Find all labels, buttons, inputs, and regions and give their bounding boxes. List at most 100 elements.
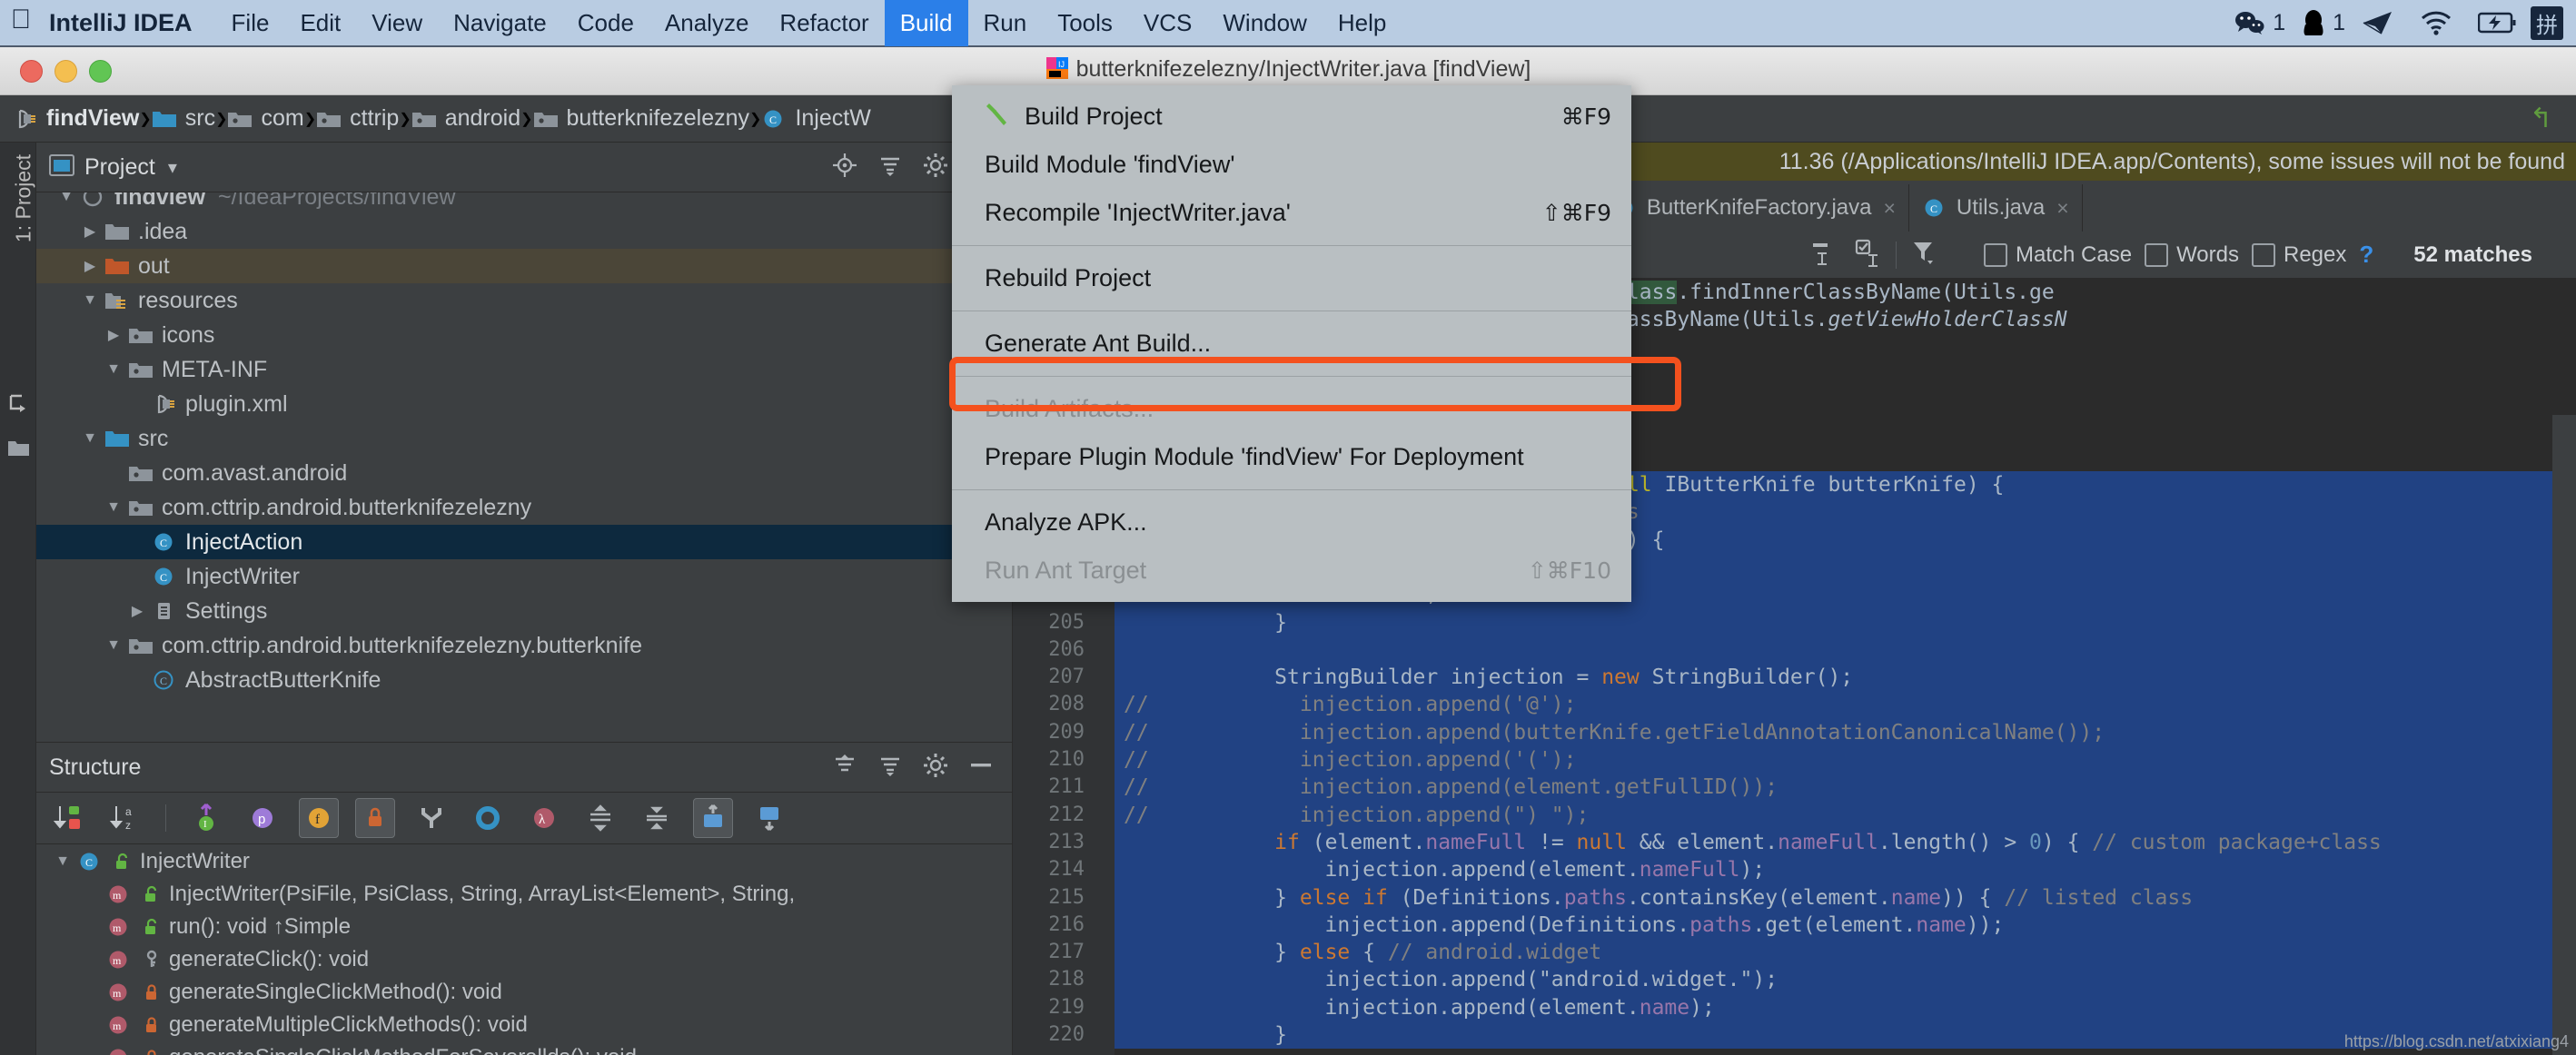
editor-tab-utils-java[interactable]: C Utils.java × [1909,184,2083,232]
structure-item-generatesingleclickmethod[interactable]: m generateSingleClickMethod(): void [36,976,1012,1009]
telegram-send-icon[interactable] [2362,9,2394,36]
menubar-item-vcs[interactable]: VCS [1128,0,1207,46]
chevron-right-icon[interactable]: ▶ [78,222,102,241]
autoscroll-from-source-icon[interactable] [749,798,789,838]
project-tree-item-com-cttrip-android-butterknifezelezny-butterknife[interactable]: ▼ com.cttrip.android.butterknifezelezny.b… [36,628,1012,663]
code-line[interactable]: // injection.append(butterKnife.getField… [1115,718,2576,747]
menu-item-build-project[interactable]: Build Project ⌘F9 [952,93,1631,141]
breadcrumb-item-src[interactable]: src [152,105,215,132]
chevron-down-icon[interactable]: ▼ [102,361,125,378]
settings-gear-icon[interactable] [923,753,948,783]
project-tree-item-icons[interactable]: ▶ icons [36,318,1012,352]
menu-item-generate-ant-build[interactable]: Generate Ant Build... [952,320,1631,368]
editor-tab-butterknifefactory-java[interactable]: CButterKnifeFactory.java× [1600,184,1909,232]
expand-all-icon[interactable] [832,753,857,783]
battery-charging-icon[interactable] [2478,11,2518,35]
close-icon[interactable]: × [1883,196,1895,221]
structure-item-generatesingleclickmethodforseverallds[interactable]: m generateSingleClickMethodForSeverallds(… [36,1041,1012,1055]
menu-item-analyze-apk[interactable]: Analyze APK... [952,498,1631,547]
project-tree-item-com-avast-android[interactable]: com.avast.android [36,456,1012,490]
project-tree-item-meta-inf[interactable]: ▼ META-INF [36,352,1012,387]
project-tree-item-out[interactable]: ▶ out [36,249,1012,283]
code-line[interactable]: injection.append(element.nameFull); [1115,856,2576,884]
project-tree-item-src[interactable]: ▼ src [36,421,1012,456]
code-line[interactable] [1115,636,2576,665]
menubar-item-file[interactable]: File [216,0,285,46]
project-folder-strip-icon[interactable] [7,438,31,462]
collapse-all-icon[interactable] [877,753,903,783]
structure-item-generatemultipleclickmethods[interactable]: m generateMultipleClickMethods(): void [36,1009,1012,1041]
project-tree-item-resources[interactable]: ▼ resources [36,283,1012,318]
menubar-item-help[interactable]: Help [1323,0,1402,46]
menubar-item-window[interactable]: Window [1207,0,1322,46]
menu-item-recompile-injectwriter-java[interactable]: Recompile 'InjectWriter.java' ⇧⌘F9 [952,189,1631,237]
breadcrumb-item-findview[interactable]: findView [13,105,139,132]
menubar-item-navigate[interactable]: Navigate [438,0,562,46]
expand-all-icon[interactable] [580,798,620,838]
locate-icon[interactable] [832,153,857,182]
regex-checkbox[interactable]: Regex [2251,242,2346,268]
chevron-down-icon[interactable]: ▾ [168,156,177,179]
menubar-item-intellij-idea[interactable]: IntelliJ IDEA [42,0,216,46]
editor-scrollbar[interactable] [2552,415,2576,1055]
structure-item-injectwriter[interactable]: m InjectWriter(PsiFile, PsiClass, String,… [36,878,1012,911]
code-line[interactable]: if (element.nameFull != null && element.… [1115,828,2576,857]
select-all-occurrences-icon[interactable] [1808,237,1839,272]
apple-icon[interactable]:  [0,6,42,39]
menu-item-prepare-plugin-module-findview-for-deployment[interactable]: Prepare Plugin Module 'findView' For Dep… [952,433,1631,481]
project-tree[interactable]: ▼ findview ~/IdeaProjects/findView ▶ .idea ▶ o… [36,192,1012,742]
menubar-item-analyze[interactable]: Analyze [649,0,765,46]
code-line[interactable]: injection.append("android.widget."); [1115,966,2576,994]
input-method-icon[interactable]: 拼 [2531,5,2563,40]
chevron-right-icon[interactable]: ▶ [125,602,149,620]
qq-penguin-icon[interactable] [2302,8,2325,37]
code-line[interactable]: // injection.append(element.getFullID())… [1115,774,2576,802]
regex-help-icon[interactable]: ? [2359,241,2373,269]
code-line[interactable]: } else if (Definitions.paths.containsKey… [1115,883,2576,912]
code-line[interactable]: // injection.append(") "); [1115,801,2576,829]
collapse-all-icon[interactable] [877,153,903,182]
build-menu-dropdown[interactable]: Build Project ⌘F9 Build Module 'findView' R… [952,85,1631,602]
add-selection-icon[interactable] [1852,237,1883,272]
show-lambdas-icon[interactable]: λ [524,798,564,838]
project-tree-item-injectaction[interactable]: C InjectAction [36,525,1012,559]
chevron-right-icon[interactable]: ▶ [78,257,102,275]
code-line[interactable]: StringBuilder injection = new StringBuil… [1115,664,2576,692]
group-methods-icon[interactable] [411,798,451,838]
show-inherited-icon[interactable]: I [186,798,226,838]
words-checkbox[interactable]: Words [2145,242,2239,268]
filter-icon[interactable] [1909,237,1940,272]
wifi-icon[interactable] [2420,10,2452,35]
close-icon[interactable]: × [2056,196,2068,221]
structure-item-run[interactable]: m run(): void ↑Simple [36,911,1012,943]
code-line[interactable]: // injection.append('@'); [1115,691,2576,719]
chevron-right-icon[interactable]: ▶ [102,326,125,344]
menubar-item-code[interactable]: Code [562,0,649,46]
breadcrumb-item-injectw[interactable]: C InjectW [761,105,871,132]
breadcrumb-item-android[interactable]: android [411,105,520,132]
collapse-all-icon[interactable] [637,798,677,838]
menubar-item-run[interactable]: Run [968,0,1043,46]
chevron-down-icon[interactable]: ▼ [78,430,102,447]
autoscroll-to-source-icon[interactable] [693,798,733,838]
code-line[interactable]: injection.append(Definitions.paths.get(e… [1115,911,2576,940]
project-tree-item-settings[interactable]: ▶ Settings [36,594,1012,628]
hide-panel-icon[interactable] [968,753,994,783]
sort-by-visibility-icon[interactable] [49,798,89,838]
code-line[interactable]: injection.append(element.name); [1115,993,2576,1022]
sort-alphabetically-icon[interactable]: az [105,798,145,838]
code-line[interactable]: } [1115,608,2576,636]
project-tree-item--idea[interactable]: ▶ .idea [36,214,1012,249]
structure-item-generateclick[interactable]: m generateClick(): void [36,943,1012,976]
structure-tree[interactable]: ▼ C InjectWriter m InjectWriter(PsiFile, Psi… [36,845,1012,1055]
code-line[interactable]: } else { // android.widget [1115,939,2576,967]
project-tree-item-plugin-xml[interactable]: plugin.xml [36,387,1012,421]
project-tool-window-button[interactable]: 1: Project [12,144,36,253]
breadcrumb-item-cttrip[interactable]: cttrip [316,105,399,132]
project-tree-item-findview[interactable]: ▼ findview ~/IdeaProjects/findView [36,192,1012,214]
menubar-item-refactor[interactable]: Refactor [764,0,884,46]
chevron-down-icon[interactable]: ▼ [102,499,125,516]
show-fields-icon[interactable]: f [299,798,339,838]
match-case-checkbox[interactable]: Match Case [1984,242,2132,268]
code-line[interactable]: // injection.append('('); [1115,746,2576,774]
